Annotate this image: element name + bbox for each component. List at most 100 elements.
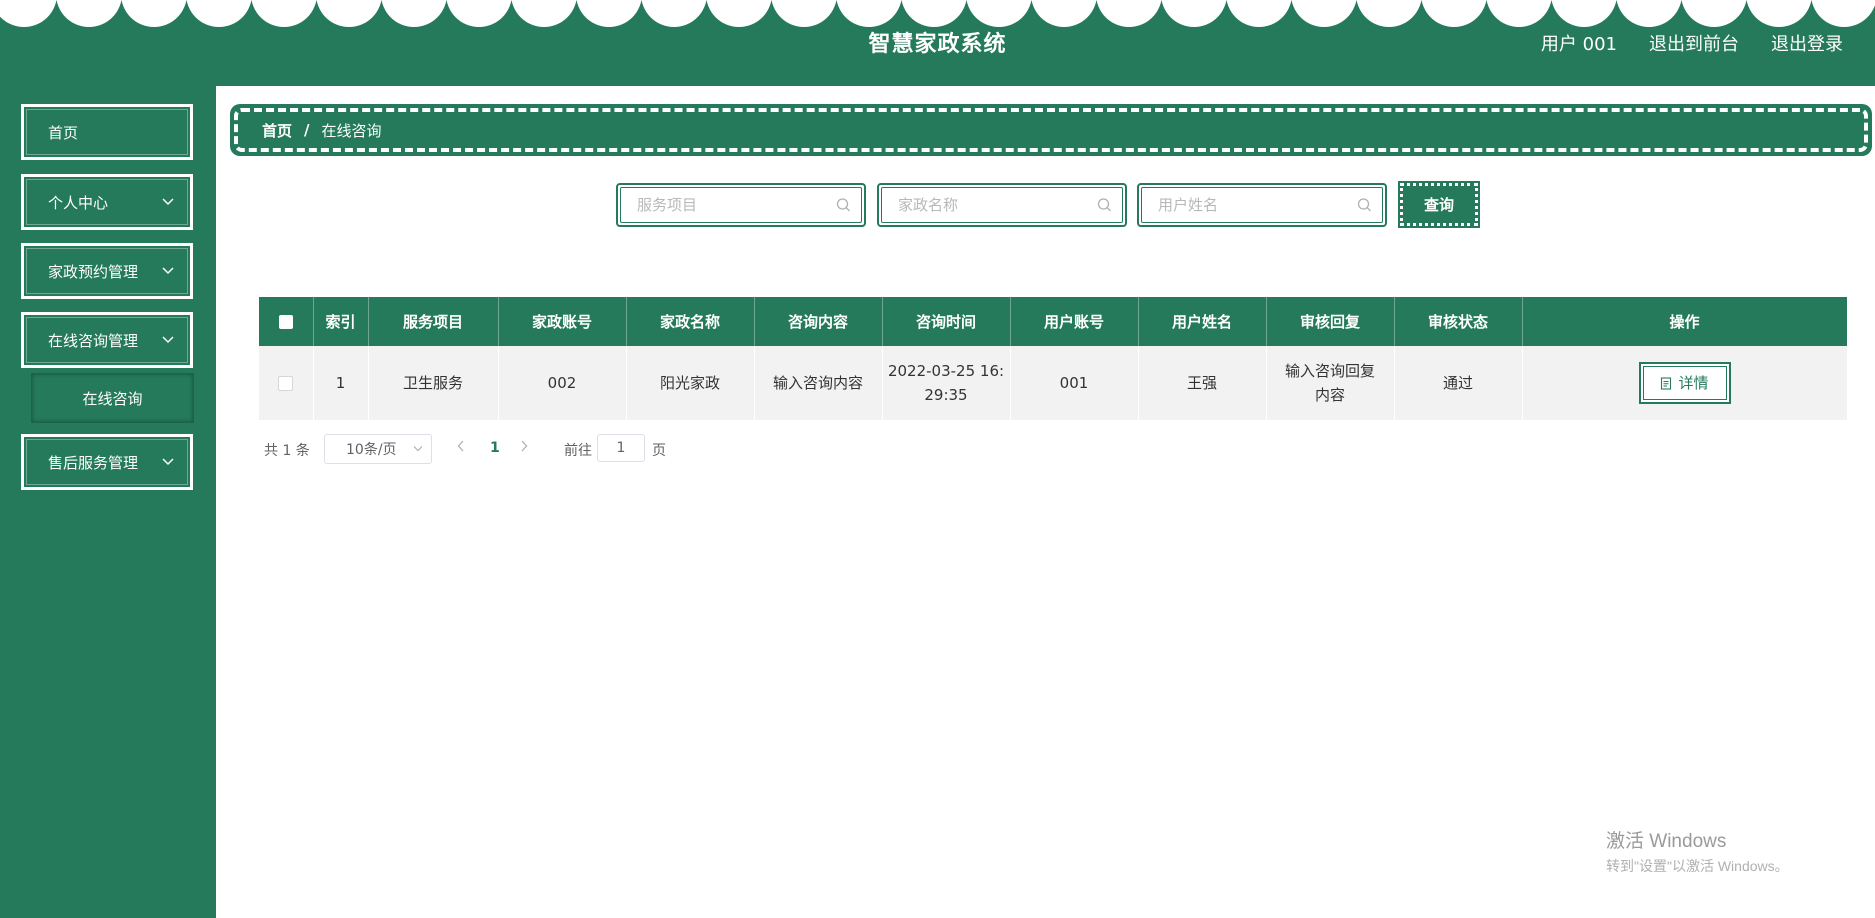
sidebar-subitem-online-consult[interactable]: 在线咨询 — [31, 373, 194, 423]
scallop-shape — [56, 0, 122, 27]
scallop-shape — [381, 0, 447, 27]
username-search-input[interactable] — [1142, 188, 1358, 222]
column-header[interactable]: 用户账号 — [1010, 297, 1139, 346]
select-all-cell — [259, 297, 314, 346]
scallop-shape — [1291, 0, 1357, 27]
scallop-shape — [186, 0, 252, 27]
select-all-checkbox[interactable] — [278, 315, 293, 329]
document-icon — [1661, 376, 1672, 390]
scallop-shape — [1161, 0, 1227, 27]
scallop-shape — [1226, 0, 1292, 27]
row-select-cell — [259, 346, 314, 420]
scallop-shape — [1421, 0, 1487, 27]
column-header[interactable]: 用户姓名 — [1138, 297, 1267, 346]
column-header: 操作 — [1522, 297, 1848, 346]
column-header[interactable]: 审核回复 — [1266, 297, 1395, 346]
windows-activation-hint: 转到"设置"以激活 Windows。 — [1606, 858, 1789, 874]
sidebar-subitem-label: 在线咨询 — [82, 389, 143, 408]
column-header[interactable]: 服务项目 — [368, 297, 499, 346]
detail-button-label: 详情 — [1678, 374, 1709, 392]
column-header[interactable]: 咨询时间 — [882, 297, 1011, 346]
logout-link[interactable]: 退出登录 — [1771, 30, 1843, 56]
service-search-input[interactable] — [621, 188, 837, 222]
sidebar-item-personal-center[interactable]: 个人中心 — [21, 174, 193, 230]
scallop-shape — [0, 0, 57, 27]
chevron-down-icon — [162, 267, 174, 275]
scallop-shape — [966, 0, 1032, 27]
time-cell: 2022-03-25 16:29:35 — [882, 346, 1011, 420]
scallop-shape — [1616, 0, 1682, 27]
prev-page-icon[interactable] — [457, 440, 465, 452]
page-size-select[interactable]: 10条/页 — [324, 434, 432, 464]
sidebar-item-label: 家政预约管理 — [48, 262, 139, 281]
sidebar-item-consult-management[interactable]: 在线咨询管理 — [21, 312, 193, 368]
goto-page-input[interactable] — [597, 434, 645, 462]
breadcrumb-home-link[interactable]: 首页 — [262, 120, 292, 141]
service-cell: 卫生服务 — [368, 346, 499, 420]
scallop-shape — [836, 0, 902, 27]
content-cell: 输入咨询内容 — [754, 346, 883, 420]
chevron-down-icon — [162, 198, 174, 206]
column-header[interactable]: 咨询内容 — [754, 297, 883, 346]
column-header[interactable]: 家政名称 — [626, 297, 755, 346]
scallop-shape — [1031, 0, 1097, 27]
search-icon — [836, 198, 850, 212]
company-search-wrapper — [881, 187, 1123, 223]
breadcrumb-separator: / — [304, 121, 310, 139]
current-user-label[interactable]: 用户 001 — [1541, 30, 1617, 56]
sidebar-item-label: 售后服务管理 — [48, 453, 139, 472]
search-icon — [1097, 198, 1111, 212]
row-checkbox[interactable] — [278, 376, 294, 391]
breadcrumb-current: 在线咨询 — [321, 121, 382, 140]
breadcrumb: 首页 / 在线咨询 — [230, 104, 1872, 156]
sidebar-item-label: 在线咨询管理 — [48, 331, 139, 350]
column-header[interactable]: 索引 — [313, 297, 369, 346]
consult-table: 索引 服务项目 家政账号 家政名称 咨询内容 咨询时间 用户账号 用户姓名 审核… — [259, 297, 1848, 420]
sidebar-item-label: 首页 — [48, 123, 79, 142]
page-number-current[interactable]: 1 — [490, 440, 500, 456]
chevron-down-icon — [413, 446, 423, 452]
back-to-front-link[interactable]: 退出到前台 — [1649, 30, 1739, 56]
service-search-wrapper — [620, 187, 862, 223]
table-row: 1 卫生服务 002 阳光家政 输入咨询内容 2022-03-25 16:29:… — [259, 346, 1848, 420]
goto-label: 前往 — [564, 443, 592, 459]
sidebar-item-home[interactable]: 首页 — [21, 104, 193, 160]
scallop-shape — [1811, 0, 1875, 27]
sidebar-item-aftersales-management[interactable]: 售后服务管理 — [21, 434, 193, 490]
chevron-down-icon — [162, 458, 174, 466]
scallop-shape — [511, 0, 577, 27]
username-search-field — [1137, 183, 1387, 227]
scallop-shape — [901, 0, 967, 27]
page-suffix-label: 页 — [652, 443, 666, 459]
reply-cell: 输入咨询回复内容 — [1266, 346, 1395, 420]
user-account-cell: 001 — [1010, 346, 1139, 420]
company-search-input[interactable] — [882, 188, 1098, 222]
scallop-shape — [1746, 0, 1812, 27]
breadcrumb-inner: 首页 / 在线咨询 — [234, 108, 1868, 152]
page-size-value: 10条/页 — [346, 442, 397, 458]
scallop-shape — [706, 0, 772, 27]
top-header: 智慧家政系统 用户 001 退出到前台 退出登录 — [0, 0, 1875, 86]
scallop-shape — [121, 0, 187, 27]
company-search-field — [877, 183, 1127, 227]
scallop-shape — [446, 0, 512, 27]
sidebar-item-booking-management[interactable]: 家政预约管理 — [21, 243, 193, 299]
scallop-shape — [1486, 0, 1552, 27]
scallop-shape — [576, 0, 642, 27]
scallop-shape — [1356, 0, 1422, 27]
query-button[interactable]: 查询 — [1398, 181, 1480, 228]
column-header[interactable]: 家政账号 — [498, 297, 627, 346]
service-search-field — [616, 183, 866, 227]
next-page-icon[interactable] — [520, 440, 528, 452]
windows-activation-watermark: 激活 Windows — [1606, 831, 1727, 852]
scallop-shape — [251, 0, 317, 27]
detail-button[interactable]: 详情 — [1638, 362, 1731, 404]
column-header[interactable]: 审核状态 — [1394, 297, 1523, 346]
pagination-total: 共 1 条 — [264, 443, 310, 459]
scallop-shape — [771, 0, 837, 27]
scallop-shape — [641, 0, 707, 27]
index-cell: 1 — [313, 346, 369, 420]
username-search-wrapper — [1141, 187, 1383, 223]
scallop-shape — [1551, 0, 1617, 27]
action-cell: 详情 — [1522, 346, 1848, 420]
